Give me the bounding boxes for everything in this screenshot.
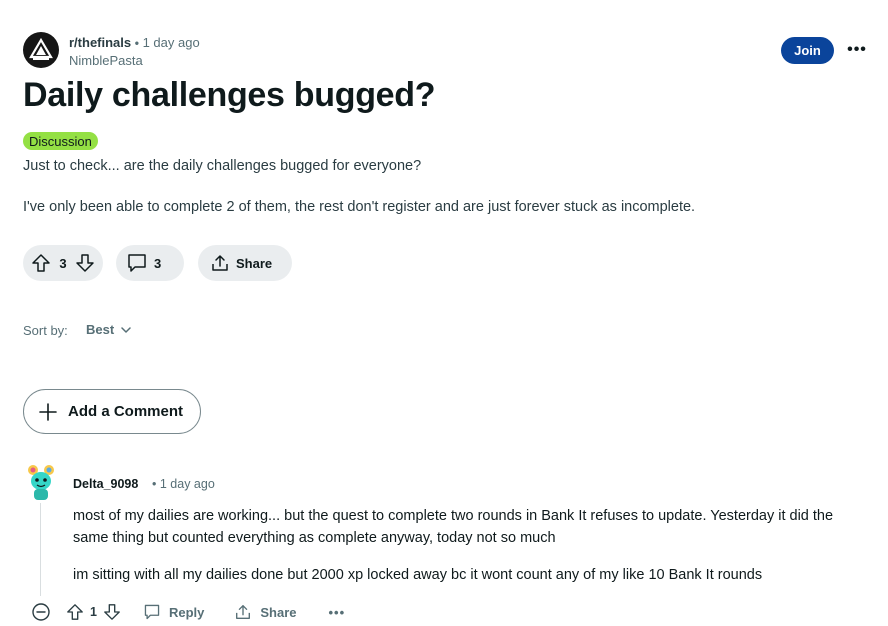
- subreddit-link[interactable]: r/thefinals: [69, 35, 131, 50]
- sort-dropdown[interactable]: Best: [86, 322, 132, 337]
- comment-body-paragraph: im sitting with all my dailies done but …: [73, 567, 763, 583]
- comment-vote-control: 1: [66, 603, 121, 621]
- subreddit-logo-icon[interactable]: [23, 32, 59, 68]
- sort-label: Sort by:: [23, 323, 68, 338]
- user-avatar-icon[interactable]: [25, 463, 57, 501]
- comment-share-label: Share: [260, 604, 297, 620]
- vote-control: 3: [23, 245, 103, 281]
- more-options-button[interactable]: •••: [846, 40, 868, 60]
- add-comment-label: Add a Comment: [68, 403, 184, 420]
- post-author[interactable]: NimblePasta: [69, 53, 143, 68]
- post-body-paragraph: I've only been able to complete 2 of the…: [23, 199, 696, 215]
- add-comment-button[interactable]: Add a Comment: [23, 389, 201, 434]
- meta-separator: •: [152, 477, 157, 491]
- reply-label: Reply: [168, 604, 205, 620]
- share-icon: [210, 253, 230, 273]
- upvote-icon[interactable]: [66, 603, 84, 621]
- comment-actions: 1 Reply Share •••: [30, 599, 345, 625]
- comment-author[interactable]: Delta_9098: [73, 477, 138, 491]
- comment-meta: • 1 day ago: [152, 477, 215, 491]
- comment-icon: [126, 252, 148, 274]
- downvote-icon[interactable]: [103, 603, 121, 621]
- plus-icon: [38, 402, 58, 422]
- vote-count: 3: [59, 255, 67, 271]
- join-button[interactable]: Join: [781, 37, 834, 64]
- comment-vote-count: 1: [90, 605, 97, 619]
- comment-timestamp: 1 day ago: [159, 477, 215, 491]
- share-button[interactable]: Share: [198, 245, 292, 281]
- chevron-down-icon: [120, 324, 132, 336]
- comments-button[interactable]: 3: [116, 245, 184, 281]
- post-flair[interactable]: Discussion: [23, 132, 98, 150]
- thread-line[interactable]: [40, 503, 41, 596]
- comment-body-paragraph: most of my dailies are working... but th…: [73, 508, 834, 546]
- downvote-icon[interactable]: [75, 253, 95, 273]
- post-body-paragraph: Just to check... are the daily challenge…: [23, 158, 422, 174]
- comment-more-button[interactable]: •••: [329, 605, 346, 620]
- collapse-icon[interactable]: [30, 601, 52, 623]
- reply-button[interactable]: Reply: [143, 603, 204, 621]
- share-icon: [234, 603, 252, 621]
- share-label: Share: [236, 255, 273, 271]
- subreddit-meta: r/thefinals • 1 day ago: [69, 35, 200, 50]
- comment-count: 3: [154, 255, 162, 271]
- post-title: Daily challenges bugged?: [23, 76, 436, 114]
- meta-separator: •: [134, 36, 139, 50]
- comment-icon: [143, 603, 161, 621]
- upvote-icon[interactable]: [31, 253, 51, 273]
- sort-value: Best: [86, 322, 115, 337]
- comment-share-button[interactable]: Share: [234, 603, 297, 621]
- post-timestamp: 1 day ago: [142, 35, 200, 50]
